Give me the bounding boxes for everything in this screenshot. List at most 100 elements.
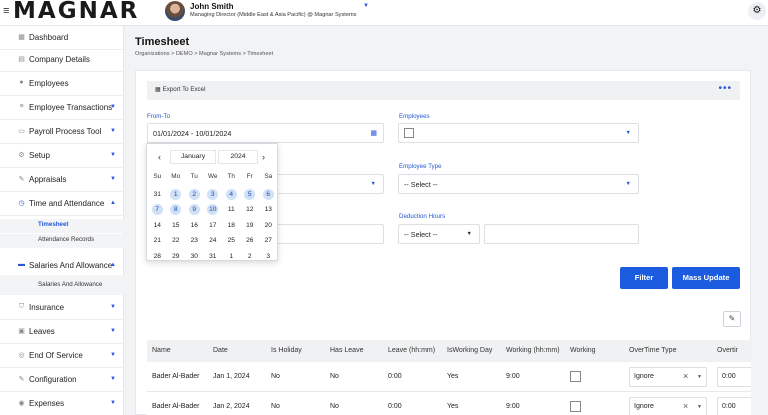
sidebar-item-13[interactable]: ✎ Configuration ▼ — [0, 368, 124, 392]
column-header[interactable]: OverTime Type — [629, 347, 676, 354]
calendar-day[interactable]: 30 — [185, 249, 204, 265]
sidebar-item-11[interactable]: ▣ Leaves ▼ — [0, 320, 124, 344]
calendar-day[interactable]: 24 — [204, 233, 223, 249]
column-header[interactable]: Working — [570, 347, 596, 354]
calendar-day[interactable]: 10 — [204, 202, 223, 218]
calendar-day[interactable]: 6 — [259, 187, 278, 203]
sidebar-item-12[interactable]: ◎ End Of Service ▼ — [0, 344, 124, 368]
calendar-day[interactable]: 2 — [241, 249, 260, 265]
sidebar-item-7[interactable]: ✎ Appraisals ▼ — [0, 168, 124, 192]
user-name[interactable]: John Smith — [190, 2, 234, 11]
calendar-day[interactable]: 25 — [222, 233, 241, 249]
more-options-icon[interactable]: ••• — [718, 83, 732, 94]
user-menu-caret-icon[interactable]: ▼ — [363, 3, 369, 9]
sidebar: ▦ Dashboard ▤ Company Details ● Employees ≡ Emp… — [0, 26, 124, 415]
calendar-day[interactable]: 23 — [185, 233, 204, 249]
column-header[interactable]: Has Leave — [330, 347, 363, 354]
app-logo[interactable]: MAGNAR — [13, 0, 139, 24]
column-header[interactable]: IsWorking Day — [447, 347, 492, 354]
sidebar-item-5[interactable]: ▭ Payroll Process Tool ▼ — [0, 120, 124, 144]
calendar-day[interactable]: 17 — [204, 218, 223, 234]
calendar-day[interactable]: 22 — [167, 233, 186, 249]
hamburger-menu-icon[interactable]: ≡ — [3, 5, 9, 17]
avatar[interactable] — [165, 1, 185, 21]
working-checkbox[interactable] — [570, 401, 581, 412]
column-header[interactable]: Overtir — [717, 347, 738, 354]
deduction-hours-select[interactable]: -- Select -- ▼ — [398, 224, 480, 244]
calendar-day[interactable]: 4 — [222, 187, 241, 203]
sidebar-item-14[interactable]: ◉ Expenses ▼ — [0, 392, 124, 415]
overtime-type-select[interactable]: Ignore × ▼ — [629, 397, 707, 415]
calendar-day[interactable]: 31 — [204, 249, 223, 265]
sidebar-item-2[interactable]: ▤ Company Details — [0, 48, 124, 72]
calendar-day[interactable]: 19 — [241, 218, 260, 234]
calendar-day-number: 13 — [264, 206, 272, 214]
calendar-day[interactable]: 2 — [185, 187, 204, 203]
breadcrumb[interactable]: Organizations > DEMO > Magnar Systems > … — [135, 51, 273, 57]
calendar-day[interactable]: 29 — [167, 249, 186, 265]
column-header[interactable]: Date — [213, 347, 228, 354]
overtime-input[interactable]: 0:00 — [717, 367, 751, 387]
sidebar-item-3[interactable]: ● Employees — [0, 72, 124, 96]
column-header[interactable]: Leave (hh:mm) — [388, 347, 435, 354]
month-select[interactable]: January — [170, 150, 216, 164]
employees-select[interactable]: ▼ — [398, 123, 639, 143]
sidebar-item-10[interactable]: ⛉ Insurance ▼ — [0, 296, 124, 320]
overtime-input[interactable]: 0:00 — [717, 397, 751, 415]
calendar-day[interactable]: 9 — [185, 202, 204, 218]
overtime-type-select[interactable]: Ignore × ▼ — [629, 367, 707, 387]
calendar-day-number: 3 — [207, 188, 219, 200]
calendar-day[interactable]: 15 — [167, 218, 186, 234]
export-to-excel-button[interactable]: ▦ Export To Excel — [155, 86, 205, 93]
filter-button[interactable]: Filter — [620, 267, 668, 289]
clear-icon[interactable]: × — [683, 401, 688, 411]
briefcase-icon: ▣ — [18, 328, 25, 335]
working-checkbox[interactable] — [570, 371, 581, 382]
calendar-day[interactable]: 7 — [148, 202, 167, 218]
settings-gear-icon[interactable]: ⚙ — [748, 2, 766, 20]
calendar-day[interactable]: 26 — [241, 233, 260, 249]
overtime-type-value: Ignore — [634, 403, 654, 410]
date-range-input[interactable]: 01/01/2024 - 10/01/2024 ▦ — [147, 123, 384, 143]
calendar-day[interactable]: 20 — [259, 218, 278, 234]
calendar-day[interactable]: 27 — [259, 233, 278, 249]
date-range-value: 01/01/2024 - 10/01/2024 — [153, 129, 232, 138]
calendar-day[interactable]: 1 — [167, 187, 186, 203]
calendar-day[interactable]: 21 — [148, 233, 167, 249]
calendar-day[interactable]: 12 — [241, 202, 260, 218]
deduction-hours-input[interactable] — [484, 224, 639, 244]
calendar-day[interactable]: 1 — [222, 249, 241, 265]
sidebar-subitem-salaries-1[interactable]: Salaries And Allowance — [0, 275, 124, 295]
calendar-icon[interactable]: ▦ — [370, 129, 377, 137]
sidebar-item-1[interactable]: ▦ Dashboard — [0, 26, 124, 50]
calendar-day[interactable]: 28 — [148, 249, 167, 265]
previous-month-icon[interactable]: ‹ — [158, 152, 161, 162]
edit-icon[interactable]: ✎ — [723, 311, 741, 327]
employee-type-select[interactable]: -- Select -- ▼ — [398, 174, 639, 194]
employees-select-all-checkbox[interactable] — [404, 128, 414, 138]
calendar-day[interactable]: 3 — [259, 249, 278, 265]
calendar-day[interactable]: 11 — [222, 202, 241, 218]
sidebar-subitem-time-1[interactable]: Timesheet — [0, 219, 124, 233]
column-header[interactable]: Name — [152, 347, 171, 354]
calendar-day[interactable]: 5 — [241, 187, 260, 203]
calendar-day-number: 18 — [227, 221, 235, 229]
calendar-day[interactable]: 13 — [259, 202, 278, 218]
sidebar-item-4[interactable]: ≡ Employee Transactions ▼ — [0, 96, 124, 120]
calendar-day[interactable]: 3 — [204, 187, 223, 203]
calendar-day[interactable]: 31 — [148, 187, 167, 203]
sidebar-item-8[interactable]: ◷ Time and Attendance ▲ — [0, 192, 124, 216]
sidebar-subitem-time-2[interactable]: Attendance Records — [0, 234, 124, 248]
calendar-day[interactable]: 8 — [167, 202, 186, 218]
table-cell-leave: 0:00 — [388, 373, 402, 380]
column-header[interactable]: Is Holiday — [271, 347, 302, 354]
column-header[interactable]: Working (hh:mm) — [506, 347, 560, 354]
year-select[interactable]: 2024 — [218, 150, 258, 164]
mass-update-button[interactable]: Mass Update — [672, 267, 740, 289]
clear-icon[interactable]: × — [683, 371, 688, 381]
calendar-day[interactable]: 14 — [148, 218, 167, 234]
next-month-icon[interactable]: › — [262, 152, 265, 162]
calendar-day[interactable]: 16 — [185, 218, 204, 234]
sidebar-item-6[interactable]: ⚙ Setup ▼ — [0, 144, 124, 168]
calendar-day[interactable]: 18 — [222, 218, 241, 234]
